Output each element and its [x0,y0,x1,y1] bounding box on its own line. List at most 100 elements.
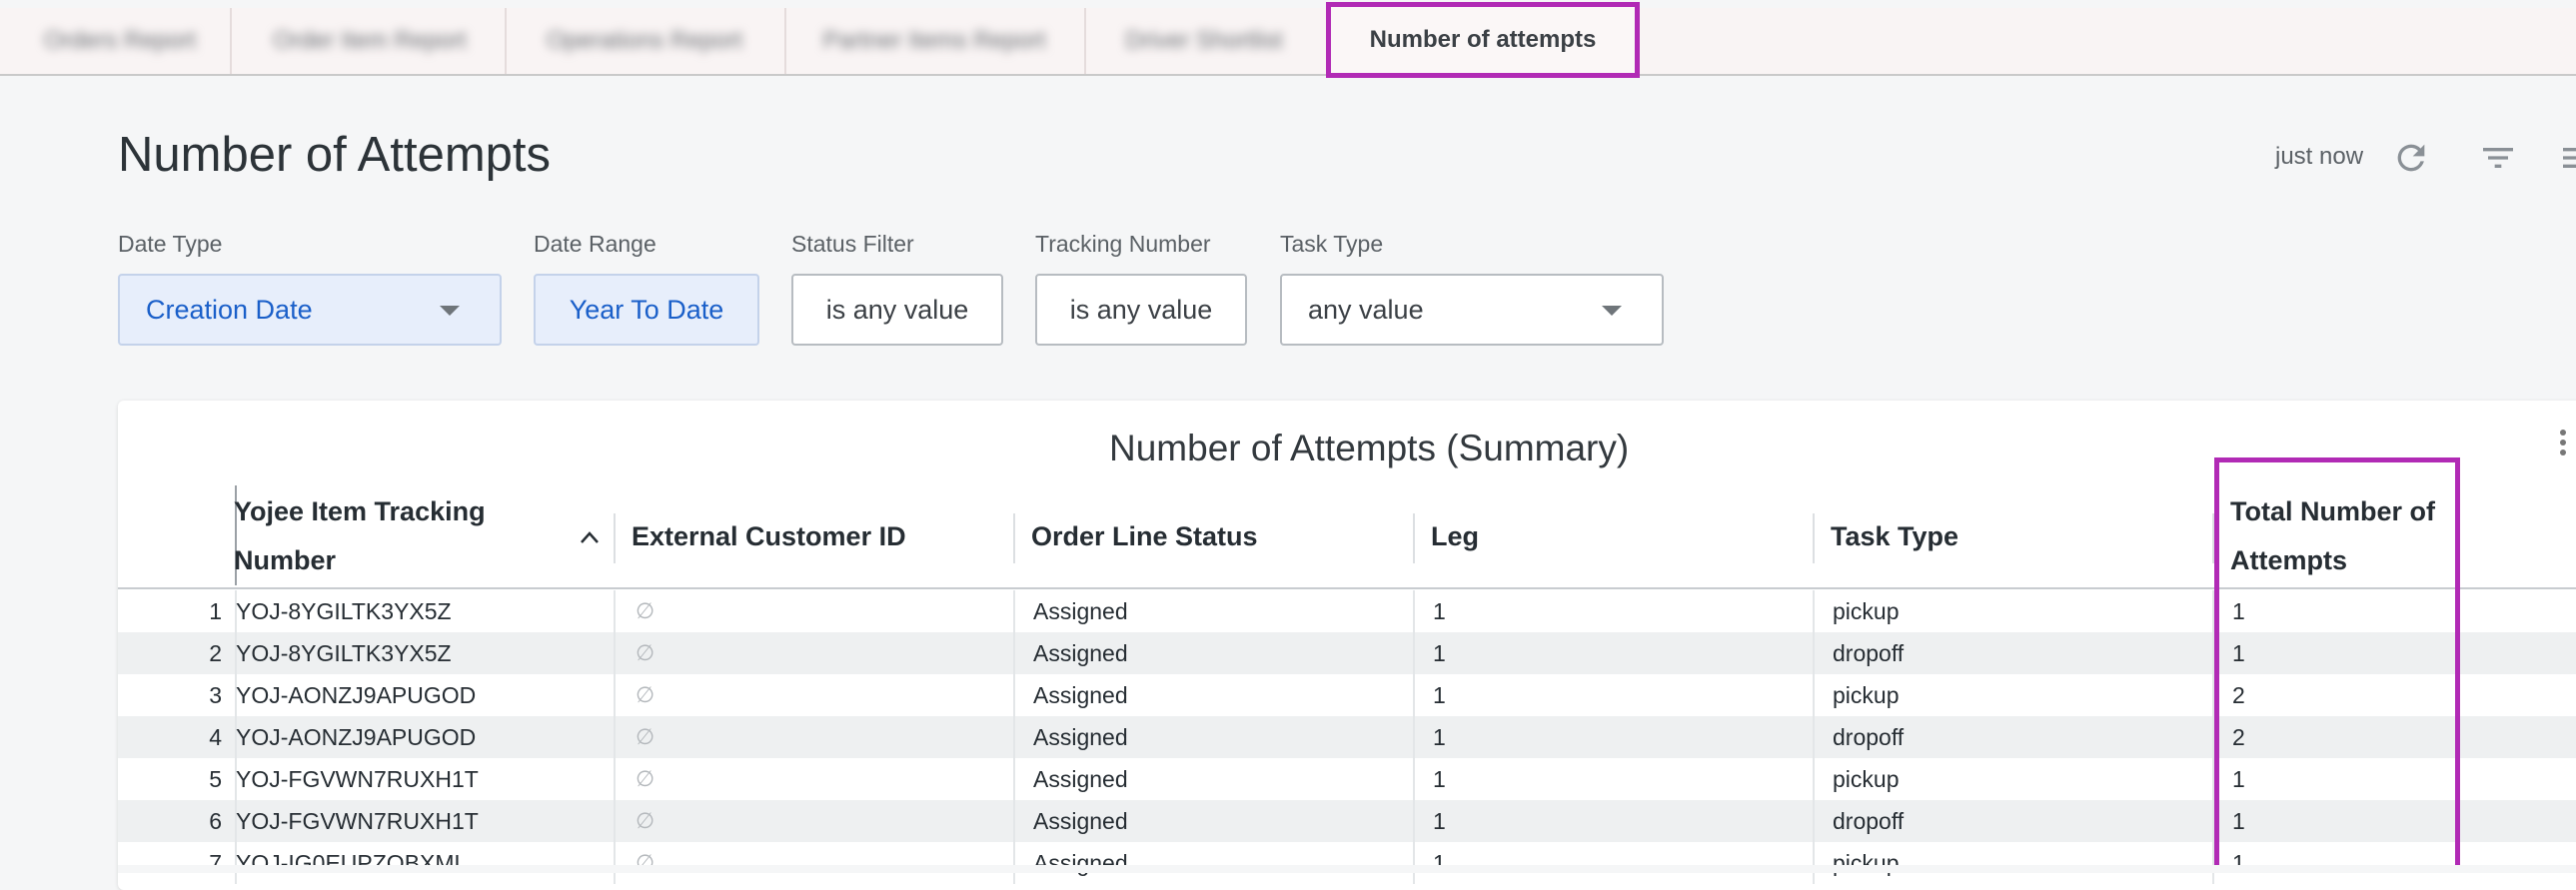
tab-1[interactable]: Orders Report [20,8,220,74]
cell-status: Assigned [1033,766,1128,792]
more-vert-icon[interactable] [2558,428,2568,462]
col-divider [1413,674,1415,716]
row-number: 6 [209,808,222,834]
cell-status: Assigned [1033,598,1128,624]
chevron-down-icon [440,306,460,316]
col-divider [1013,716,1015,758]
cell-tracking: YOJ-8YGILTK3YX5Z [236,640,452,666]
col-divider [1013,632,1015,674]
filter-icon[interactable] [2478,138,2518,178]
col-header-status[interactable]: Order Line Status [1031,487,1411,585]
cell-leg: 1 [1433,850,1446,876]
col-divider [2212,716,2214,758]
chevron-down-icon [1602,306,1622,316]
cell-leg: 1 [1433,808,1446,834]
header-text: Yojee Item Tracking [234,496,486,526]
col-header-external-id[interactable]: External Customer ID [632,487,1011,585]
cell-external-id: ∅ [636,682,655,707]
col-divider [614,716,616,758]
tab-number-of-attempts[interactable]: Number of attempts [1326,2,1640,78]
tab-5[interactable]: Driver Shortlist [1094,8,1314,74]
tracking-number-value: is any value [1069,294,1213,325]
cell-status: Assigned [1033,682,1128,708]
tab-3[interactable]: Operations Report [515,8,774,74]
tab-divider [230,8,232,74]
col-divider [1413,632,1415,674]
col-divider [1813,716,1815,758]
col-divider [1413,513,1415,563]
status-filter-button[interactable]: is any value [791,274,1003,346]
col-divider [1013,800,1015,842]
col-divider [1813,632,1815,674]
tab-4[interactable]: Partner Items Report [794,8,1074,74]
table-row[interactable]: 3 YOJ-AONZJ9APUGOD ∅ Assigned 1 pickup 2 [118,674,2576,716]
refresh-icon[interactable] [2391,138,2431,178]
tracking-number-label: Tracking Number [1035,231,1211,257]
cell-total-attempts: 1 [2232,640,2245,666]
col-divider [1813,674,1815,716]
col-divider [614,590,616,632]
cell-task-type: pickup [1833,598,1900,624]
header-text: Number [234,545,337,575]
col-header-leg[interactable]: Leg [1431,487,1811,585]
col-divider [1013,590,1015,632]
cell-tracking: YOJ-IG0EUPZOBXML [236,850,468,876]
cell-task-type: dropoff [1833,724,1905,750]
cell-external-id: ∅ [636,598,655,623]
table-title: Number of Attempts (Summary) [1109,428,1630,468]
col-divider [1413,842,1415,884]
cell-tracking: YOJ-FGVWN7RUXH1T [236,808,479,834]
col-divider [1413,716,1415,758]
col-divider [1813,513,1815,563]
task-type-dropdown[interactable]: any value [1280,274,1664,346]
date-range-label: Date Range [534,231,656,257]
col-divider [1413,758,1415,800]
cell-total-attempts: 1 [2232,766,2245,792]
cell-status: Assigned [1033,724,1128,750]
col-divider [614,800,616,842]
col-divider [2212,758,2214,800]
col-divider [1413,590,1415,632]
cell-external-id: ∅ [636,640,655,665]
col-header-tracking[interactable]: Yojee Item Tracking Number [234,487,574,585]
tab-divider [784,8,786,74]
cell-external-id: ∅ [636,808,655,833]
table-row[interactable]: 2 YOJ-8YGILTK3YX5Z ∅ Assigned 1 dropoff 1 [118,632,2576,674]
cell-leg: 1 [1433,640,1446,666]
table-row[interactable]: 7 YOJ-IG0EUPZOBXML ∅ Assigned 1 pickup 1 [118,842,2576,884]
cell-tracking: YOJ-8YGILTK3YX5Z [236,598,452,624]
row-number: 1 [209,598,222,624]
date-range-button[interactable]: Year To Date [534,274,759,346]
table-row[interactable]: 4 YOJ-AONZJ9APUGOD ∅ Assigned 1 dropoff 2 [118,716,2576,758]
col-divider [614,674,616,716]
col-header-task-type[interactable]: Task Type [1831,487,2210,585]
col-divider [614,842,616,884]
table-row[interactable]: 6 YOJ-FGVWN7RUXH1T ∅ Assigned 1 dropoff 1 [118,800,2576,842]
row-number: 2 [209,640,222,666]
tab-2[interactable]: Order Item Report [240,8,500,74]
cell-tracking: YOJ-AONZJ9APUGOD [236,724,477,750]
report-tab-bar: Orders Report Order Item Report Operatio… [0,2,2576,78]
cell-status: Assigned [1033,850,1128,876]
col-header-total-attempts[interactable]: Total Number of Attempts [2230,487,2460,585]
cell-status: Assigned [1033,808,1128,834]
row-number: 5 [209,766,222,792]
table-row[interactable]: 1 YOJ-8YGILTK3YX5Z ∅ Assigned 1 pickup 1 [118,590,2576,632]
col-divider [2212,842,2214,884]
row-number: 3 [209,682,222,708]
last-updated-text: just now [2275,143,2364,170]
col-divider [2212,632,2214,674]
sort-ascending-icon[interactable] [580,530,600,549]
col-divider [2212,800,2214,842]
cell-task-type: pickup [1833,850,1900,876]
row-number: 7 [209,850,222,876]
more-vert-icon[interactable] [2558,138,2576,178]
tracking-number-button[interactable]: is any value [1035,274,1247,346]
header-text: Total Number of [2230,496,2435,526]
date-type-dropdown[interactable]: Creation Date [118,274,502,346]
col-divider [2212,513,2214,563]
bottom-clip [118,865,2576,873]
date-type-label: Date Type [118,231,223,257]
tab-divider [505,8,507,74]
table-row[interactable]: 5 YOJ-FGVWN7RUXH1T ∅ Assigned 1 pickup 1 [118,758,2576,800]
